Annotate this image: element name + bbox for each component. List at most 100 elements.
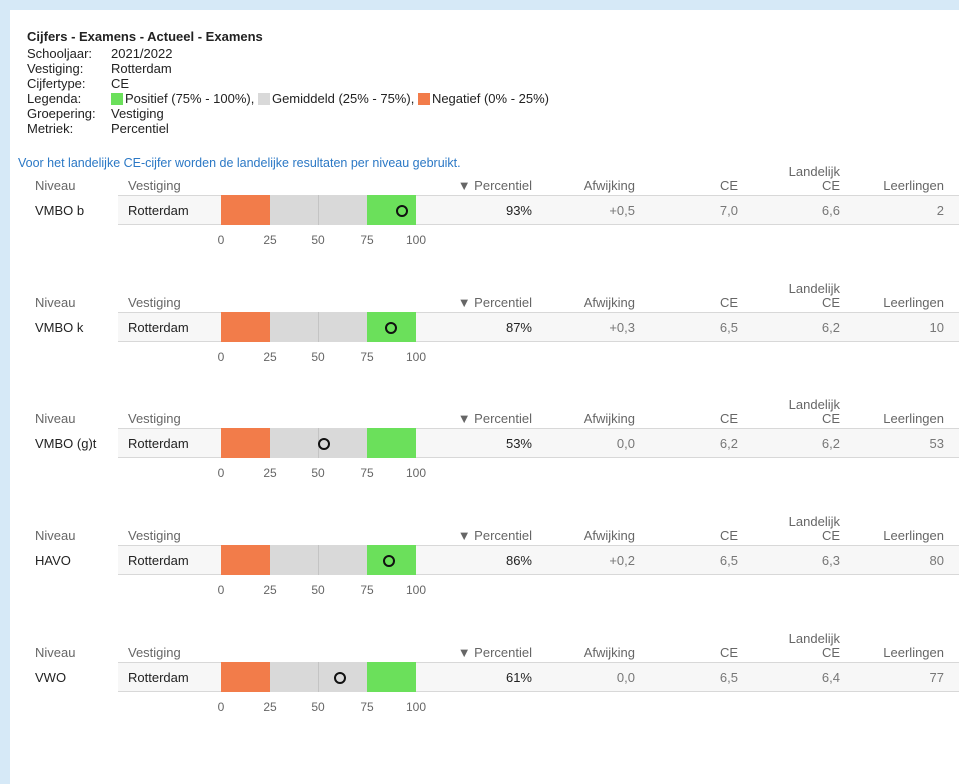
cell-niveau: HAVO bbox=[35, 553, 71, 568]
cijfertype-row: Cijfertype: CE bbox=[27, 76, 549, 91]
schooljaar-label: Schooljaar: bbox=[27, 46, 93, 61]
col-header-niveau: Niveau bbox=[35, 411, 76, 426]
col-header-percentiel[interactable]: ▼ Percentiel bbox=[440, 411, 532, 426]
col-header-niveau: Niveau bbox=[35, 645, 76, 660]
axis-tick-label: 50 bbox=[311, 466, 325, 480]
col-header-landelijk-ce[interactable]: CE bbox=[770, 528, 840, 543]
col-header-leerlingen[interactable]: Leerlingen bbox=[860, 178, 944, 193]
cell-landelijk-ce: 6,3 bbox=[821, 553, 840, 568]
percentile-bar bbox=[221, 428, 416, 458]
bar-midline bbox=[318, 545, 319, 575]
col-header-landelijk[interactable]: Landelijk bbox=[770, 281, 840, 296]
percentile-marker bbox=[382, 555, 395, 567]
groepering-value: Vestiging bbox=[111, 106, 164, 121]
cell-vestiging: Rotterdam bbox=[128, 553, 189, 568]
cell-afwijking: +0,2 bbox=[609, 553, 635, 568]
col-header-leerlingen[interactable]: Leerlingen bbox=[860, 645, 944, 660]
axis-tick-label: 25 bbox=[263, 233, 277, 247]
col-header-ce[interactable]: CE bbox=[690, 411, 738, 426]
bar-segment-negatief bbox=[221, 312, 270, 342]
col-header-landelijk-ce[interactable]: CE bbox=[770, 178, 840, 193]
col-header-percentiel[interactable]: ▼ Percentiel bbox=[440, 528, 532, 543]
col-header-landelijk[interactable]: Landelijk bbox=[770, 164, 840, 179]
col-header-ce[interactable]: CE bbox=[690, 178, 738, 193]
percentile-bar bbox=[221, 545, 416, 575]
cell-afwijking: 0,0 bbox=[616, 670, 635, 685]
cell-vestiging: Rotterdam bbox=[128, 320, 189, 335]
col-header-leerlingen[interactable]: Leerlingen bbox=[860, 411, 944, 426]
axis-tick-label: 25 bbox=[263, 700, 277, 714]
col-header-landelijk-ce[interactable]: CE bbox=[770, 411, 840, 426]
result-block: Niveau Vestiging ▼ Percentiel Afwijking CE La… bbox=[10, 164, 959, 273]
col-header-landelijk-ce[interactable]: CE bbox=[770, 295, 840, 310]
col-header-percentiel[interactable]: ▼ Percentiel bbox=[440, 295, 532, 310]
col-header-landelijk[interactable]: Landelijk bbox=[770, 514, 840, 529]
cell-ce: 6,5 bbox=[719, 320, 738, 335]
cell-percentiel: 93% bbox=[505, 203, 532, 218]
table-row[interactable]: VMBO (g)t Rotterdam 53% 0,0 6,2 6,2 53 bbox=[10, 428, 959, 458]
report-header: Cijfers - Examens - Actueel - Examens Sc… bbox=[27, 29, 549, 136]
axis-tick-label: 0 bbox=[217, 350, 225, 364]
table-row[interactable]: HAVO Rotterdam 86% +0,2 6,5 6,3 80 bbox=[10, 545, 959, 575]
axis-tick-label: 0 bbox=[217, 583, 225, 597]
cell-ce: 6,2 bbox=[719, 436, 738, 451]
cell-ce: 6,5 bbox=[719, 553, 738, 568]
col-header-afwijking[interactable]: Afwijking bbox=[550, 411, 635, 426]
axis-tick-label: 25 bbox=[263, 350, 277, 364]
bar-segment-positief bbox=[367, 428, 416, 458]
legenda-label: Legenda: bbox=[27, 91, 82, 106]
col-header-afwijking[interactable]: Afwijking bbox=[550, 645, 635, 660]
col-header-afwijking[interactable]: Afwijking bbox=[550, 528, 635, 543]
axis-tick-label: 100 bbox=[405, 350, 427, 364]
col-header-landelijk[interactable]: Landelijk bbox=[770, 631, 840, 646]
cell-niveau: VMBO b bbox=[35, 203, 85, 218]
legend-swatch-positief bbox=[111, 93, 123, 105]
cell-percentiel: 87% bbox=[505, 320, 532, 335]
cell-landelijk-ce: 6,2 bbox=[821, 320, 840, 335]
schooljaar-value: 2021/2022 bbox=[111, 46, 173, 61]
col-header-leerlingen[interactable]: Leerlingen bbox=[860, 295, 944, 310]
cijfertype-label: Cijfertype: bbox=[27, 76, 86, 91]
percentile-bar bbox=[221, 312, 416, 342]
cell-ce: 7,0 bbox=[719, 203, 738, 218]
axis-tick-label: 75 bbox=[360, 466, 374, 480]
cell-leerlingen: 10 bbox=[929, 320, 944, 335]
col-header-vestiging: Vestiging bbox=[128, 411, 181, 426]
legend-positief: Positief (75% - 100%), bbox=[125, 91, 255, 106]
legend-gemiddeld: Gemiddeld (25% - 75%), bbox=[271, 91, 415, 106]
table-row[interactable]: VMBO k Rotterdam 87% +0,3 6,5 6,2 10 bbox=[10, 312, 959, 342]
col-header-landelijk-ce[interactable]: CE bbox=[770, 645, 840, 660]
bar-midline bbox=[318, 195, 319, 225]
axis-tick-label: 100 bbox=[405, 700, 427, 714]
vestiging-row: Vestiging: Rotterdam bbox=[27, 61, 549, 76]
cell-afwijking: +0,5 bbox=[609, 203, 635, 218]
axis-tick-label: 100 bbox=[405, 233, 427, 247]
col-header-ce[interactable]: CE bbox=[690, 295, 738, 310]
col-header-afwijking[interactable]: Afwijking bbox=[550, 178, 635, 193]
axis-tick-label: 0 bbox=[217, 700, 225, 714]
metriek-label: Metriek: bbox=[27, 121, 74, 136]
col-header-afwijking[interactable]: Afwijking bbox=[550, 295, 635, 310]
axis-tick-label: 25 bbox=[263, 583, 277, 597]
col-header-ce[interactable]: CE bbox=[690, 528, 738, 543]
col-header-ce[interactable]: CE bbox=[690, 645, 738, 660]
table-row[interactable]: VWO Rotterdam 61% 0,0 6,5 6,4 77 bbox=[10, 662, 959, 692]
col-header-leerlingen[interactable]: Leerlingen bbox=[860, 528, 944, 543]
col-header-percentiel[interactable]: ▼ Percentiel bbox=[440, 645, 532, 660]
bar-segment-positief bbox=[367, 195, 416, 225]
col-header-niveau: Niveau bbox=[35, 178, 76, 193]
cell-leerlingen: 77 bbox=[929, 670, 944, 685]
bar-midline bbox=[318, 312, 319, 342]
cell-vestiging: Rotterdam bbox=[128, 436, 189, 451]
col-header-percentiel[interactable]: ▼ Percentiel bbox=[440, 178, 532, 193]
groepering-label: Groepering: bbox=[27, 106, 96, 121]
percentile-bar bbox=[221, 195, 416, 225]
col-header-niveau: Niveau bbox=[35, 528, 76, 543]
cell-leerlingen: 80 bbox=[929, 553, 944, 568]
col-header-landelijk[interactable]: Landelijk bbox=[770, 397, 840, 412]
vestiging-value: Rotterdam bbox=[111, 61, 172, 76]
cell-afwijking: 0,0 bbox=[616, 436, 635, 451]
axis-tick-label: 100 bbox=[405, 583, 427, 597]
axis-tick-label: 100 bbox=[405, 466, 427, 480]
table-row[interactable]: VMBO b Rotterdam 93% +0,5 7,0 6,6 2 bbox=[10, 195, 959, 225]
